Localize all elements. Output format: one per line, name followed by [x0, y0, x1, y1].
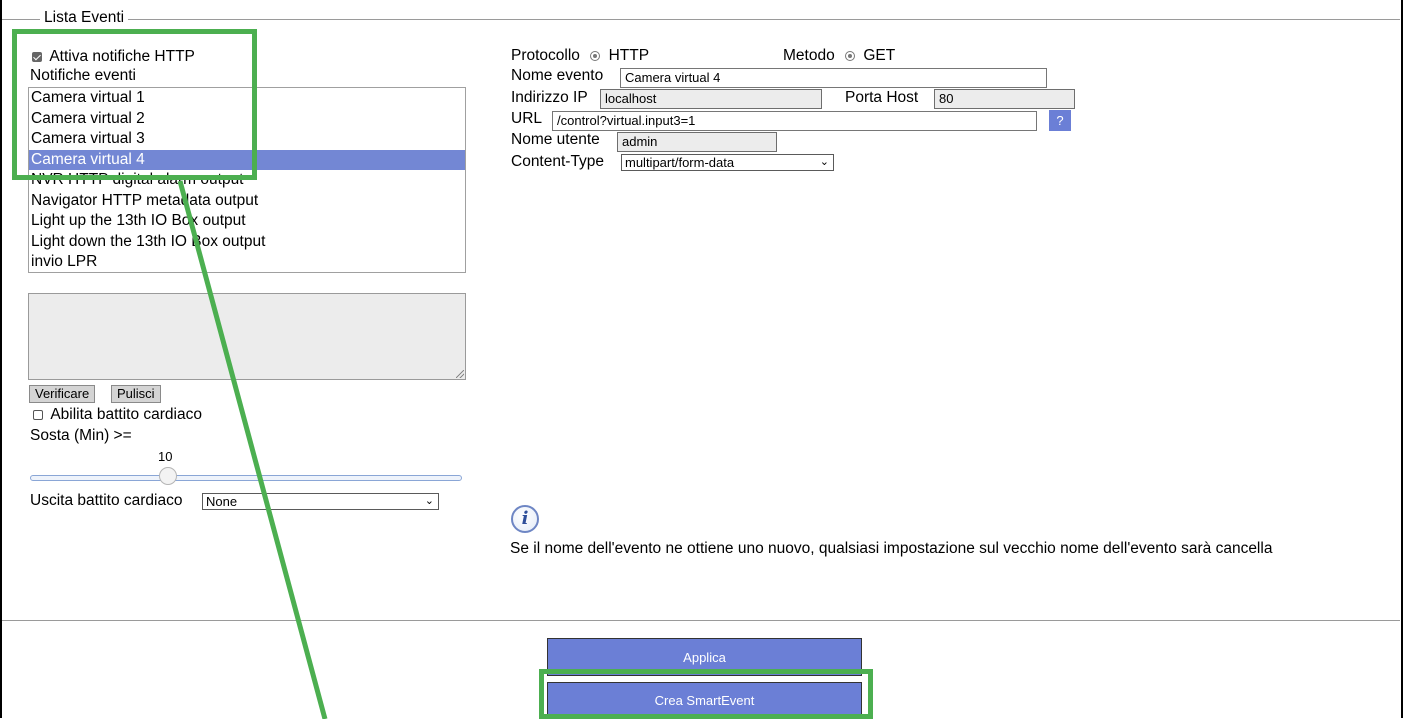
url-help-button[interactable]: ?: [1049, 110, 1071, 131]
section-divider: [2, 19, 1400, 20]
method-row: Metodo GET: [783, 47, 895, 65]
event-list-item[interactable]: Camera virtual 1: [29, 88, 465, 109]
event-name-input[interactable]: Camera virtual 4: [620, 68, 1047, 88]
ip-label: Indirizzo IP: [511, 89, 588, 106]
content-type-label: Content-Type: [511, 153, 605, 170]
chevron-down-icon: ⌄: [424, 495, 434, 507]
test-output-textarea[interactable]: [28, 293, 466, 380]
username-input[interactable]: admin: [617, 132, 777, 152]
protocol-row: Protocollo HTTP: [511, 47, 649, 65]
pause-slider-track[interactable]: [30, 475, 462, 481]
event-list-item[interactable]: Camera virtual 4: [29, 149, 465, 170]
method-value: GET: [863, 47, 896, 64]
clear-button[interactable]: Pulisci: [111, 385, 161, 403]
info-icon: i: [511, 505, 539, 533]
footer-divider: [2, 620, 1400, 621]
pause-value: 10: [158, 449, 173, 464]
events-label: Notifiche eventi: [30, 67, 136, 84]
event-list-item[interactable]: invio LPR: [29, 252, 465, 272]
enable-http-row[interactable]: Attiva notifiche HTTP: [32, 48, 195, 66]
create-smartevent-button[interactable]: Crea SmartEvent: [547, 682, 862, 718]
heartbeat-output-label: Uscita battito cardiaco: [30, 492, 183, 509]
method-label: Metodo: [783, 47, 835, 64]
resize-grip-icon[interactable]: [456, 370, 464, 378]
ip-input[interactable]: localhost: [600, 89, 822, 109]
heartbeat-checkbox[interactable]: [33, 409, 43, 420]
event-list-item[interactable]: Camera virtual 3: [29, 129, 465, 150]
heartbeat-output-value: None: [206, 494, 238, 509]
info-text: Se il nome dell'evento ne ottiene uno nu…: [510, 540, 1273, 557]
protocol-radio[interactable]: [590, 50, 601, 61]
port-input[interactable]: 80: [934, 89, 1075, 109]
heartbeat-output-select[interactable]: None ⌄: [202, 493, 439, 510]
event-list-item[interactable]: Navigator HTTP metadata output: [29, 191, 465, 212]
enable-http-checkbox[interactable]: [32, 51, 42, 62]
verify-button[interactable]: Verificare: [29, 385, 96, 403]
event-list-item[interactable]: NVR HTTP digital alarm output: [29, 170, 465, 191]
heartbeat-row[interactable]: Abilita battito cardiaco: [33, 406, 202, 424]
apply-button[interactable]: Applica: [547, 638, 862, 676]
event-list-item[interactable]: Light down the 13th IO Box output: [29, 232, 465, 253]
content-type-select[interactable]: multipart/form-data ⌄: [621, 154, 834, 171]
content-type-value: multipart/form-data: [625, 155, 735, 170]
protocol-label: Protocollo: [511, 47, 580, 64]
heartbeat-label: Abilita battito cardiaco: [50, 406, 202, 423]
url-label: URL: [511, 110, 543, 127]
port-label: Porta Host: [845, 89, 919, 106]
enable-http-label: Attiva notifiche HTTP: [49, 48, 195, 65]
event-list-item[interactable]: Camera virtual 2: [29, 109, 465, 130]
event-list[interactable]: Camera virtual 1 Camera virtual 2 Camera v…: [28, 87, 466, 273]
pause-label: Sosta (Min) >=: [30, 427, 132, 444]
section-legend: Lista Eventi: [40, 9, 129, 27]
url-input[interactable]: /control?virtual.input3=1: [552, 111, 1037, 131]
method-radio[interactable]: [845, 50, 856, 61]
event-name-label: Nome evento: [511, 67, 604, 84]
event-list-item[interactable]: Light up the 13th IO Box output: [29, 211, 465, 232]
protocol-value: HTTP: [608, 47, 650, 64]
chevron-down-icon: ⌄: [819, 156, 829, 168]
username-label: Nome utente: [511, 131, 600, 148]
